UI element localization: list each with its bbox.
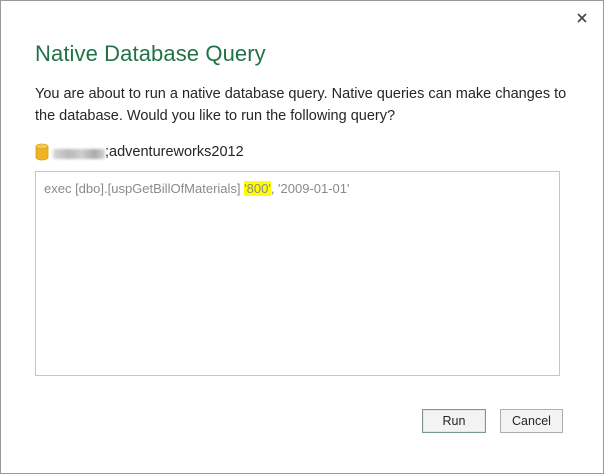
close-button[interactable] xyxy=(573,9,591,27)
data-source-row: ; adventureworks2012 xyxy=(35,141,244,163)
run-button[interactable]: Run xyxy=(422,409,486,433)
query-text-box[interactable]: exec [dbo].[uspGetBillOfMaterials] '800'… xyxy=(35,171,560,376)
query-text-part1: exec [dbo].[uspGetBillOfMaterials] xyxy=(44,181,245,196)
native-query-dialog: Native Database Query You are about to r… xyxy=(0,0,604,474)
dialog-message: You are about to run a native database q… xyxy=(35,86,567,124)
database-icon xyxy=(35,143,49,161)
query-highlighted-parameter: '800' xyxy=(244,181,271,196)
server-name-redacted xyxy=(53,148,105,159)
database-name: adventureworks2012 xyxy=(109,144,244,160)
cancel-button[interactable]: Cancel xyxy=(500,409,563,433)
dialog-title: Native Database Query xyxy=(35,41,266,66)
query-text-part2: , '2009-01-01' xyxy=(270,181,350,196)
close-icon xyxy=(577,13,587,23)
